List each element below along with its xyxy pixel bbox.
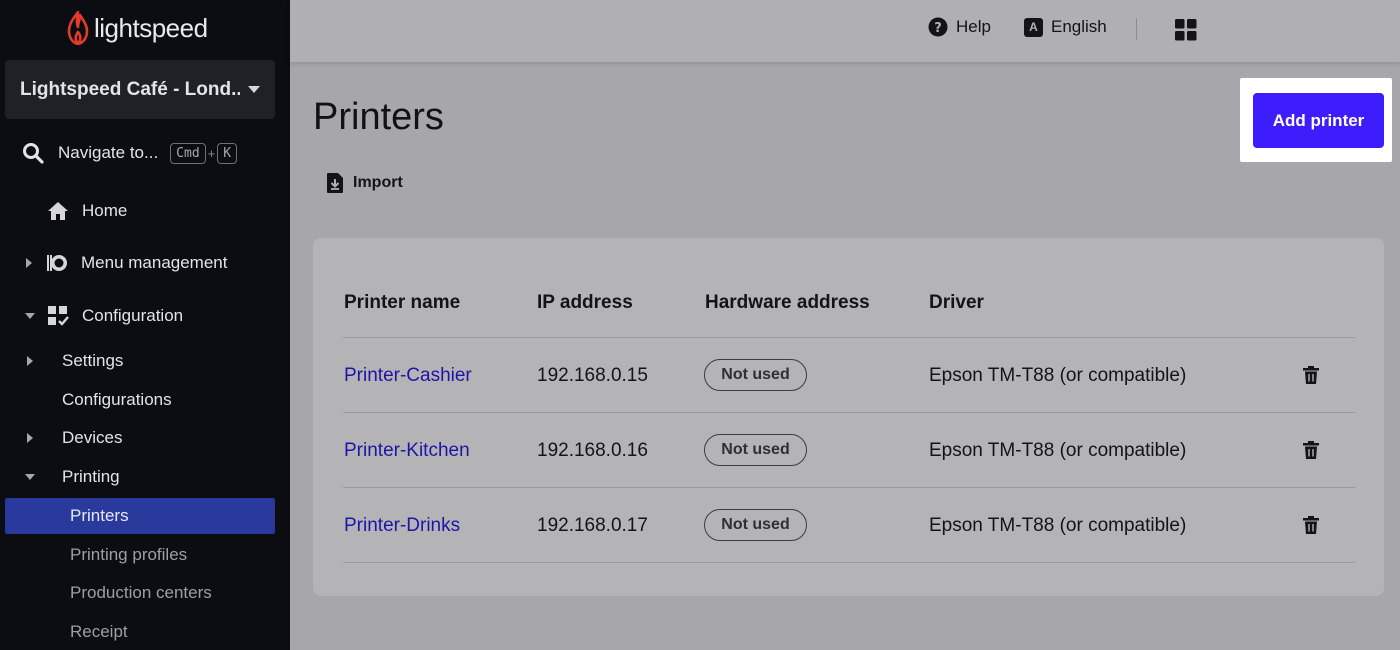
navigate-to[interactable]: Navigate to... Cmd + K [22,138,238,168]
sidebar-item-printers-label: Printers [70,506,129,525]
chevron-right-icon [27,356,33,366]
driver-name: Epson TM-T88 (or compatible) [929,365,1187,386]
add-printer-button[interactable]: Add printer [1253,93,1384,148]
sidebar: lightspeed Lightspeed Café - Lond... Nav… [0,0,290,650]
help-label: Help [956,17,991,36]
sidebar-item-receipt-label: Receipt [70,622,128,641]
language-icon: A [1024,17,1043,37]
home-icon [47,200,69,222]
column-header-hardware-address: Hardware address [705,292,870,313]
sidebar-item-printing-profiles[interactable]: Printing profiles [5,537,275,573]
chevron-down-icon [25,474,35,480]
topbar-divider [1136,18,1137,40]
sidebar-item-menu-management-label: Menu management [81,253,228,272]
menu-management-icon [46,252,68,274]
column-header-printer-name: Printer name [344,292,461,313]
import-icon [327,173,343,193]
configuration-icon [47,305,69,327]
hardware-status-badge: Not used [704,434,807,466]
sidebar-item-production-centers[interactable]: Production centers [5,575,275,611]
printer-name-link[interactable]: Printer-Drinks [344,515,460,537]
sidebar-item-home[interactable]: Home [47,194,127,228]
sidebar-item-menu-management[interactable]: Menu management [26,246,227,280]
shortcut-plus: + [207,145,216,161]
help-icon: ? [928,17,948,37]
apps-grid-icon[interactable] [1175,19,1197,46]
top-bar: ? Help A English [290,0,1400,62]
sidebar-item-printing-label: Printing [62,467,120,486]
navigate-to-label: Navigate to... [58,143,159,162]
sidebar-item-devices[interactable]: Devices [27,421,122,455]
ip-address: 192.168.0.16 [537,440,648,461]
sidebar-item-home-label: Home [82,201,128,220]
chevron-down-icon [25,313,35,319]
sidebar-item-configurations-label: Configurations [62,390,172,409]
sidebar-item-settings-label: Settings [62,351,124,370]
column-header-driver: Driver [929,292,984,313]
table-divider [343,562,1355,563]
shortcut-key-cmd: Cmd [170,142,206,164]
driver-name: Epson TM-T88 (or compatible) [929,515,1187,536]
sidebar-item-printers[interactable]: Printers [5,498,275,534]
sidebar-item-settings[interactable]: Settings [27,344,123,378]
sidebar-item-devices-label: Devices [62,428,123,447]
language-label: English [1051,17,1107,36]
sidebar-item-configuration-label: Configuration [82,306,184,325]
chevron-right-icon [27,433,33,443]
import-label: Import [353,174,403,191]
ip-address: 192.168.0.15 [537,365,648,386]
ip-address: 192.168.0.17 [537,515,648,536]
column-header-ip-address: IP address [537,292,633,313]
sidebar-item-printing[interactable]: Printing [25,460,120,494]
hardware-status-badge: Not used [704,509,807,541]
store-selector[interactable]: Lightspeed Café - Lond... [5,60,275,119]
sidebar-item-production-centers-label: Production centers [70,583,212,602]
svg-text:?: ? [934,21,942,36]
sidebar-item-configuration[interactable]: Configuration [25,299,183,333]
trash-icon[interactable] [1303,516,1319,534]
help-link[interactable]: ? Help [928,17,991,37]
logo-text: lightspeed [94,12,208,43]
table-divider [343,412,1355,413]
hardware-status-badge: Not used [704,359,807,391]
search-icon [23,143,44,164]
store-name: Lightspeed Café - Lond... [20,78,240,100]
table-divider [343,487,1355,488]
sidebar-item-configurations[interactable]: Configurations [62,383,172,417]
sidebar-item-printing-profiles-label: Printing profiles [70,545,188,564]
printer-name-link[interactable]: Printer-Kitchen [344,440,470,462]
caret-down-icon [248,86,260,93]
page-title: Printers [313,96,444,138]
chevron-right-icon [26,258,32,268]
sidebar-item-receipt[interactable]: Receipt [5,614,275,650]
language-selector[interactable]: A English [1024,17,1107,37]
trash-icon[interactable] [1303,441,1319,459]
flame-icon [67,11,89,45]
import-button[interactable]: Import [326,172,403,194]
driver-name: Epson TM-T88 (or compatible) [929,440,1187,461]
table-divider [343,337,1355,338]
printer-name-link[interactable]: Printer-Cashier [344,365,472,387]
lightspeed-logo[interactable]: lightspeed [66,8,208,48]
trash-icon[interactable] [1303,366,1319,384]
shortcut-key-k: K [217,142,238,164]
